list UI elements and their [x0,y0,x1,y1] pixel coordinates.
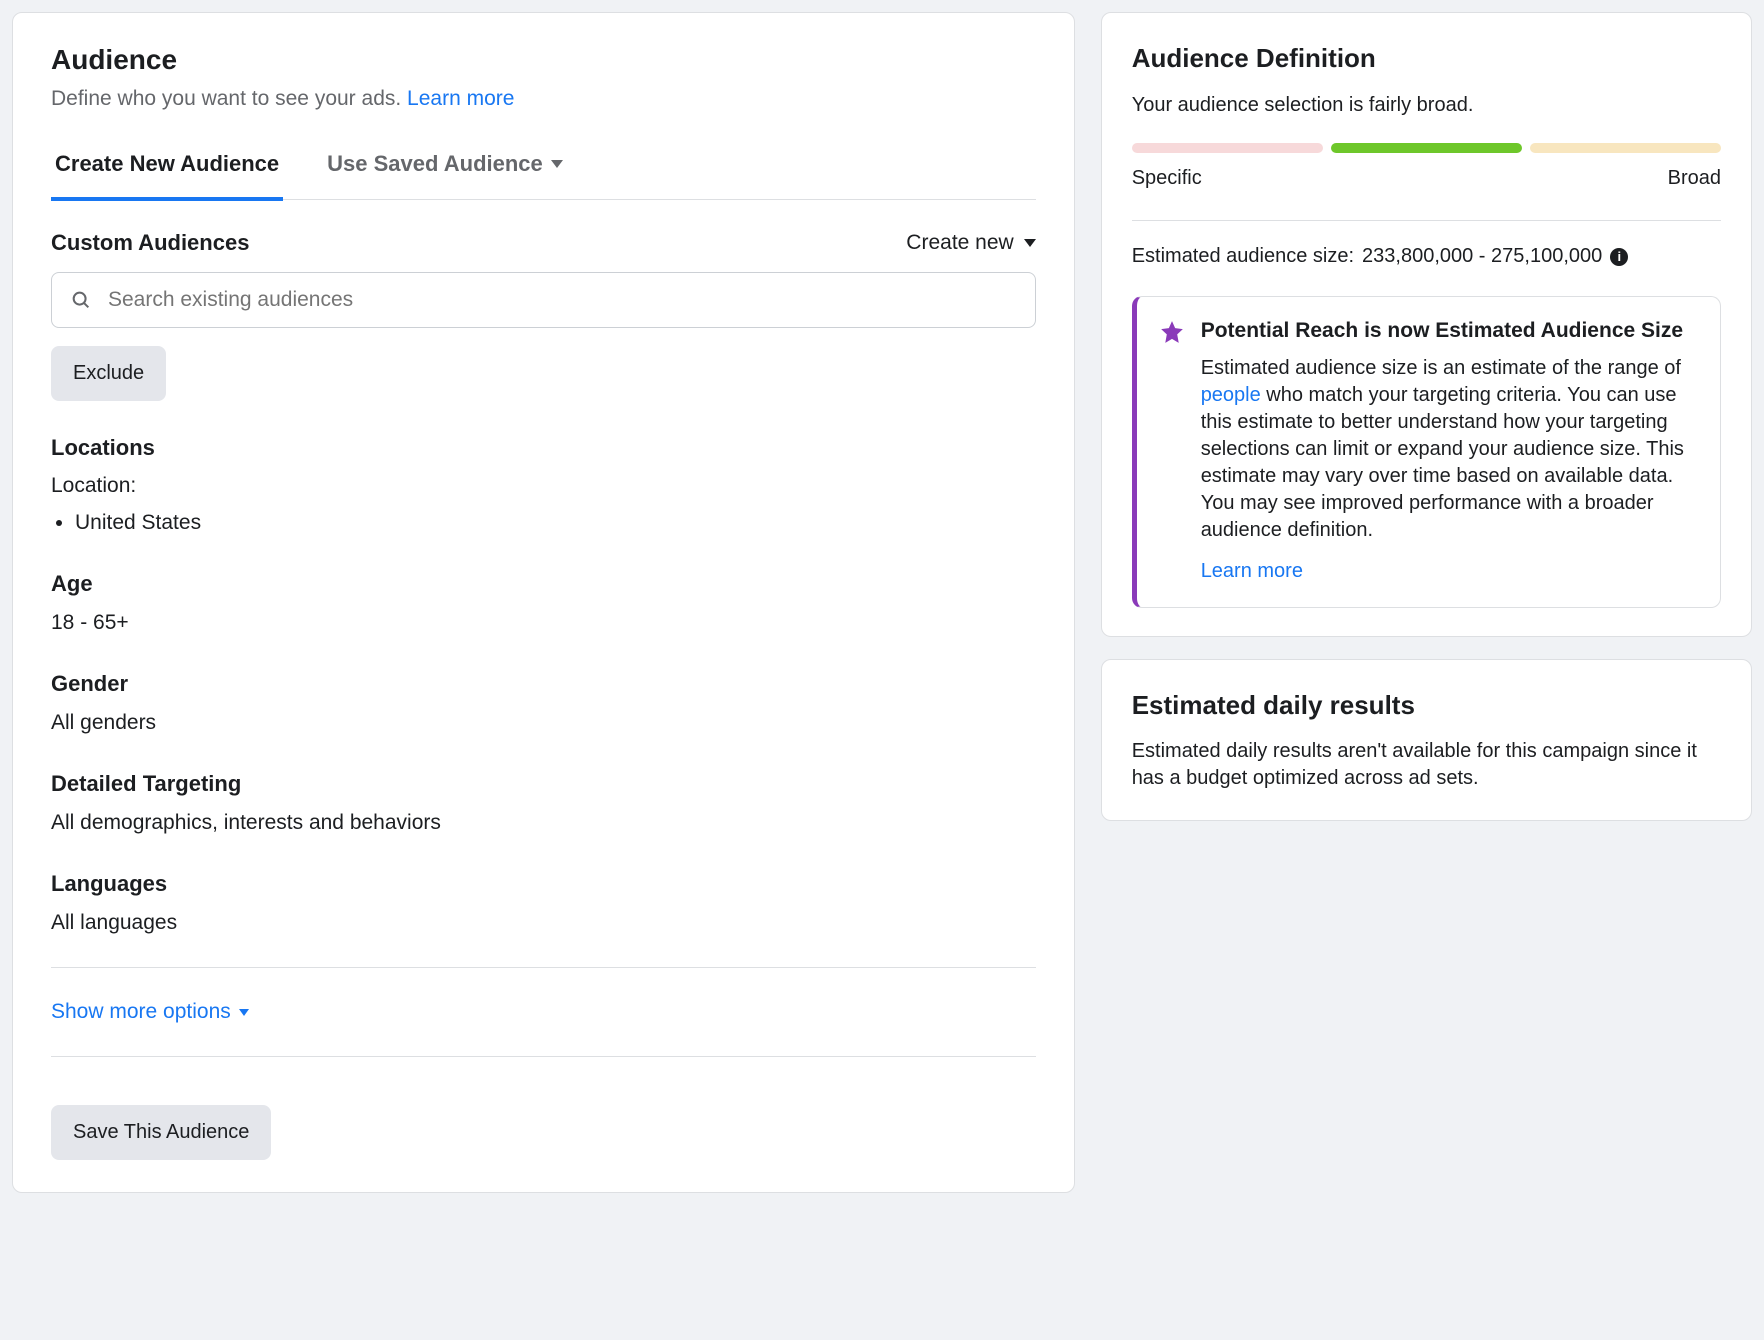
learn-more-link[interactable]: Learn more [407,87,514,110]
audience-definition-card: Audience Definition Your audience select… [1101,12,1752,637]
notice-body-a: Estimated audience size is an estimate o… [1201,357,1681,379]
estimated-daily-results-title: Estimated daily results [1132,688,1721,723]
estimated-audience-size: Estimated audience size: 233,800,000 - 2… [1132,220,1721,270]
notice-learn-more-link[interactable]: Learn more [1201,560,1303,582]
estimate-label: Estimated audience size: [1132,243,1354,270]
info-icon[interactable]: i [1610,248,1628,266]
create-new-label: Create new [906,229,1013,257]
notice-title: Potential Reach is now Estimated Audienc… [1201,317,1698,345]
age-label: Age [51,569,1036,599]
divider [51,1056,1036,1057]
estimated-daily-results-card: Estimated daily results Estimated daily … [1101,659,1752,820]
languages-label: Languages [51,869,1036,899]
estimate-value: 233,800,000 - 275,100,000 [1362,243,1602,270]
estimated-daily-results-body: Estimated daily results aren't available… [1132,738,1721,792]
search-icon [70,289,92,311]
chevron-down-icon [239,1009,249,1016]
locations-list: United States [75,509,1036,537]
divider [51,967,1036,968]
audience-size-gauge [1132,143,1721,153]
location-item: United States [75,509,1036,537]
potential-reach-notice: Potential Reach is now Estimated Audienc… [1132,296,1721,608]
audience-card: Audience Define who you want to see your… [12,12,1075,1193]
detailed-targeting-label: Detailed Targeting [51,769,1036,799]
gauge-segment-current [1331,143,1522,153]
detailed-targeting-value: All demographics, interests and behavior… [51,809,1036,837]
notice-body: Estimated audience size is an estimate o… [1201,355,1698,544]
audience-subtitle: Define who you want to see your ads. Lea… [51,85,1036,113]
star-icon [1159,319,1185,345]
chevron-down-icon [551,160,563,168]
custom-audiences-label: Custom Audiences [51,228,249,258]
chevron-down-icon [1024,239,1036,247]
audience-definition-title: Audience Definition [1132,41,1721,76]
languages-value: All languages [51,909,1036,937]
gauge-label-specific: Specific [1132,165,1202,192]
audience-definition-subtitle: Your audience selection is fairly broad. [1132,92,1721,119]
audience-subtitle-text: Define who you want to see your ads. [51,87,407,110]
gauge-segment-specific [1132,143,1323,153]
people-link[interactable]: people [1201,384,1261,406]
exclude-button[interactable]: Exclude [51,346,166,401]
audience-tabs: Create New Audience Use Saved Audience [51,135,1036,200]
show-more-label: Show more options [51,998,231,1026]
gauge-label-broad: Broad [1668,165,1721,192]
age-value: 18 - 65+ [51,609,1036,637]
audience-title: Audience [51,41,1036,79]
search-audiences-input[interactable] [106,287,1017,313]
gender-label: Gender [51,669,1036,699]
locations-label: Locations [51,433,1036,463]
save-this-audience-button[interactable]: Save This Audience [51,1105,271,1160]
locations-sublabel: Location: [51,472,1036,500]
tab-use-saved-audience[interactable]: Use Saved Audience [323,135,567,201]
tab-label: Create New Audience [55,149,279,179]
gender-value: All genders [51,709,1036,737]
notice-body-b: who match your targeting criteria. You c… [1201,384,1684,541]
show-more-options-link[interactable]: Show more options [51,998,1036,1026]
create-new-audience-link[interactable]: Create new [906,229,1035,257]
tab-label: Use Saved Audience [327,149,543,179]
search-audiences-input-wrapper[interactable] [51,272,1036,328]
gauge-segment-broad [1530,143,1721,153]
tab-create-new-audience[interactable]: Create New Audience [51,135,283,201]
